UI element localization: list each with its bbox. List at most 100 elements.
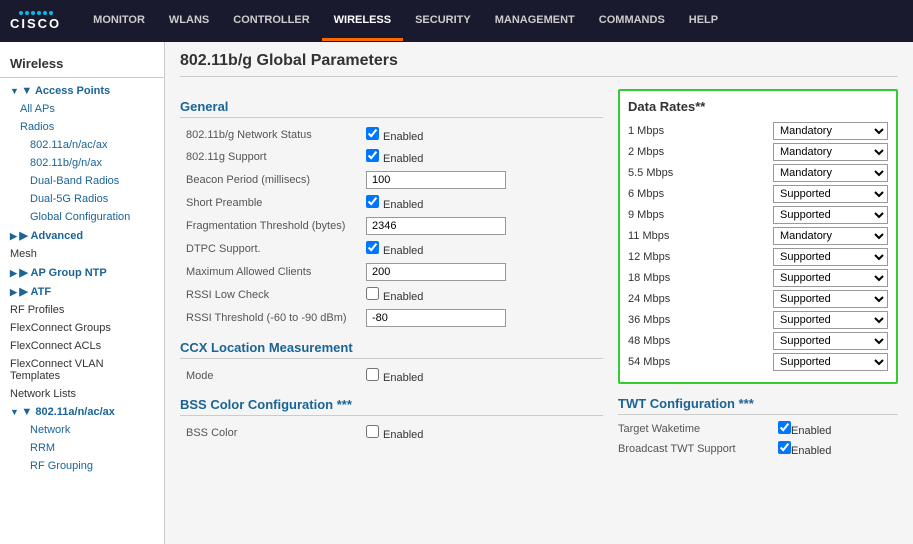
twt-checkbox-broadcast-twt-s[interactable]: [778, 441, 791, 454]
nav-item-security[interactable]: SECURITY: [403, 2, 483, 38]
nav-item-wireless[interactable]: WIRELESS: [322, 2, 403, 41]
form-input-cell[interactable]: [360, 214, 603, 238]
form-input-cell[interactable]: [360, 168, 603, 192]
sidebar: Wireless ▼ Access PointsAll APsRadios802…: [0, 42, 165, 544]
sidebar-section: ▼ Access PointsAll APsRadios802.11a/n/ac…: [0, 78, 164, 479]
text-input-rssi-threshold-[interactable]: [366, 309, 506, 327]
form-row-802.11g-support: 802.11g SupportEnabled: [180, 146, 603, 168]
sidebar-item-8021a[interactable]: ▼ 802.11a/n/ac/ax: [0, 403, 164, 421]
sidebar-item-dual-band[interactable]: Dual-Band Radios: [0, 172, 164, 190]
form-input-cell[interactable]: Enabled: [360, 284, 603, 306]
data-rate-select-2Mbps[interactable]: MandatorySupportedDisabled: [773, 143, 888, 161]
form-input-cell[interactable]: [360, 306, 603, 330]
data-rate-label: 5.5 Mbps: [628, 167, 698, 179]
data-rate-row: 18 MbpsMandatorySupportedDisabled: [628, 269, 888, 287]
data-rate-label: 9 Mbps: [628, 209, 698, 221]
data-rate-select-55Mbps[interactable]: MandatorySupportedDisabled: [773, 164, 888, 182]
form-row-beacon-period-(milli: Beacon Period (millisecs): [180, 168, 603, 192]
sidebar-item-atf[interactable]: ▶ ATF: [0, 282, 164, 301]
form-row-fragmentation-thresh: Fragmentation Threshold (bytes): [180, 214, 603, 238]
sidebar-item-all-aps[interactable]: All APs: [0, 100, 164, 118]
left-column: General 802.11b/g Network StatusEnabled8…: [180, 89, 603, 461]
sidebar-item-radios[interactable]: Radios: [0, 118, 164, 136]
form-row-mode: ModeEnabled: [180, 365, 603, 387]
data-rate-select-12Mbps[interactable]: MandatorySupportedDisabled: [773, 248, 888, 266]
sidebar-item-rrm[interactable]: RRM: [0, 439, 164, 457]
data-rate-select-36Mbps[interactable]: MandatorySupportedDisabled: [773, 311, 888, 329]
checkbox-rssi-low-check[interactable]: [366, 287, 379, 300]
data-rate-label: 11 Mbps: [628, 230, 698, 242]
data-rate-select-54Mbps[interactable]: MandatorySupportedDisabled: [773, 353, 888, 371]
sidebar-item-advanced[interactable]: ▶ Advanced: [0, 226, 164, 245]
form-label: DTPC Support.: [180, 238, 360, 260]
text-input-beacon-period-([interactable]: [366, 171, 506, 189]
sidebar-item-flexconnect-acls[interactable]: FlexConnect ACLs: [0, 337, 164, 355]
form-input-cell[interactable]: Enabled: [360, 365, 603, 387]
sidebar-item-radio-a[interactable]: 802.11a/n/ac/ax: [0, 136, 164, 154]
sidebar-item-flexconnect-groups[interactable]: FlexConnect Groups: [0, 319, 164, 337]
data-rate-select-6Mbps[interactable]: MandatorySupportedDisabled: [773, 185, 888, 203]
sidebar-item-access-points[interactable]: ▼ Access Points: [0, 82, 164, 100]
twt-container: Target WaketimeEnabledBroadcast TWT Supp…: [618, 421, 898, 457]
checkbox-bss-color[interactable]: [366, 425, 379, 438]
data-rate-row: 24 MbpsMandatorySupportedDisabled: [628, 290, 888, 308]
main-content: 802.11b/g Global Parameters General 802.…: [165, 42, 913, 544]
data-rate-row: 48 Mbps MandatorySupportedDisabled: [628, 332, 888, 350]
checkbox-802.11b/g-netwo[interactable]: [366, 127, 379, 140]
checkbox-label: Enabled: [366, 372, 423, 384]
form-input-cell[interactable]: Enabled: [360, 422, 603, 444]
checkbox-label: Enabled: [366, 429, 423, 441]
twt-checkbox-target-waketime[interactable]: [778, 421, 791, 434]
checkbox-label: Enabled: [366, 199, 423, 211]
data-rates-container: 1 MbpsMandatorySupportedDisabled2 MbpsMa…: [628, 122, 888, 371]
data-rate-row: 6 Mbps MandatorySupportedDisabled: [628, 185, 888, 203]
data-rate-select-1Mbps[interactable]: MandatorySupportedDisabled: [773, 122, 888, 140]
ccx-form-table: ModeEnabled: [180, 365, 603, 387]
sidebar-item-rf-profiles[interactable]: RF Profiles: [0, 301, 164, 319]
twt-row: Target WaketimeEnabled: [618, 421, 898, 437]
data-rate-select-9Mbps[interactable]: MandatorySupportedDisabled: [773, 206, 888, 224]
sidebar-item-dual-5g[interactable]: Dual-5G Radios: [0, 190, 164, 208]
form-row-short-preamble: Short PreambleEnabled: [180, 192, 603, 214]
nav-item-wlans[interactable]: WLANs: [157, 2, 221, 38]
sidebar-item-ap-group-ntp[interactable]: ▶ AP Group NTP: [0, 263, 164, 282]
data-rate-select-48Mbps[interactable]: MandatorySupportedDisabled: [773, 332, 888, 350]
sidebar-item-global-config[interactable]: Global Configuration: [0, 208, 164, 226]
nav-item-monitor[interactable]: MONITOR: [81, 2, 157, 38]
sidebar-item-mesh[interactable]: Mesh: [0, 245, 164, 263]
cisco-dots-icon: [19, 11, 53, 15]
data-rate-label: 1 Mbps: [628, 125, 698, 137]
sidebar-item-network[interactable]: Network: [0, 421, 164, 439]
nav-item-management[interactable]: MANAGEMENT: [483, 2, 587, 38]
sidebar-item-radio-b[interactable]: 802.11b/g/n/ax: [0, 154, 164, 172]
form-input-cell[interactable]: Enabled: [360, 124, 603, 146]
text-input-fragmentation-t[interactable]: [366, 217, 506, 235]
data-rate-row: 36 MbpsMandatorySupportedDisabled: [628, 311, 888, 329]
form-input-cell[interactable]: Enabled: [360, 238, 603, 260]
sidebar-item-rf-grouping[interactable]: RF Grouping: [0, 457, 164, 475]
form-label: Beacon Period (millisecs): [180, 168, 360, 192]
checkbox-dtpc-support.[interactable]: [366, 241, 379, 254]
data-rate-select-11Mbps[interactable]: MandatorySupportedDisabled: [773, 227, 888, 245]
checkbox-short-preamble[interactable]: [366, 195, 379, 208]
form-label: RSSI Threshold (-60 to -90 dBm): [180, 306, 360, 330]
form-input-cell[interactable]: [360, 260, 603, 284]
bss-form-table: BSS ColorEnabled: [180, 422, 603, 444]
main-nav: MONITORWLANsCONTROLLERWIRELESSSECURITYMA…: [81, 2, 730, 41]
form-input-cell[interactable]: Enabled: [360, 146, 603, 168]
twt-checkbox-label: Enabled: [778, 421, 831, 437]
text-input-maximum-allowed[interactable]: [366, 263, 506, 281]
data-rate-label: 48 Mbps: [628, 335, 698, 347]
data-rate-row: 12 MbpsMandatorySupportedDisabled: [628, 248, 888, 266]
sidebar-item-flexconnect-vlan[interactable]: FlexConnect VLAN Templates: [0, 355, 164, 385]
data-rate-select-24Mbps[interactable]: MandatorySupportedDisabled: [773, 290, 888, 308]
form-input-cell[interactable]: Enabled: [360, 192, 603, 214]
sidebar-item-network-lists[interactable]: Network Lists: [0, 385, 164, 403]
nav-item-controller[interactable]: CONTROLLER: [221, 2, 321, 38]
data-rate-select-18Mbps[interactable]: MandatorySupportedDisabled: [773, 269, 888, 287]
data-rate-label: 6 Mbps: [628, 188, 698, 200]
nav-item-help[interactable]: HELP: [677, 2, 730, 38]
checkbox-mode[interactable]: [366, 368, 379, 381]
checkbox-802.11g-support[interactable]: [366, 149, 379, 162]
nav-item-commands[interactable]: COMMANDS: [587, 2, 677, 38]
